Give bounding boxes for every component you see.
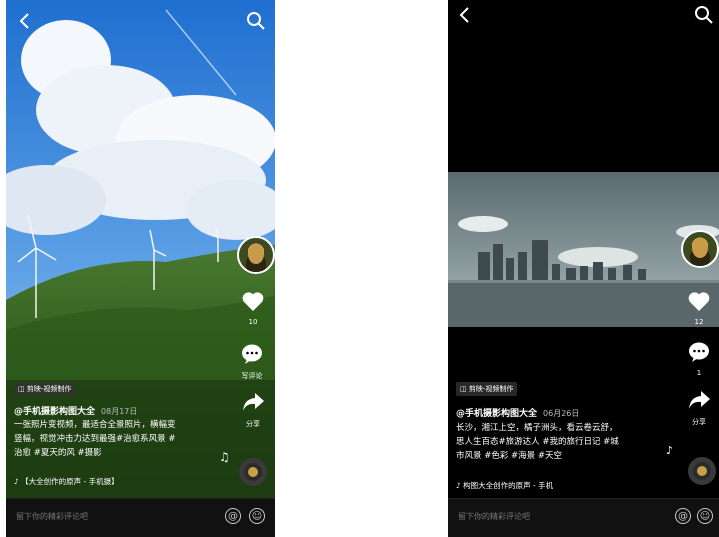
chevron-left-icon <box>19 13 29 29</box>
back-button[interactable] <box>14 10 36 32</box>
capcut-logo-icon: ◫ <box>460 385 469 393</box>
description-line: 竖幅，视觉冲击力达到最强#治愈系风景 # <box>14 434 176 444</box>
heart-icon <box>242 292 264 311</box>
share-label: 分享 <box>692 418 706 426</box>
post-date: 08月17日 <box>101 407 138 416</box>
music-disc[interactable] <box>239 458 267 486</box>
comment-input-placeholder[interactable]: 留下你的精彩评论吧 <box>458 511 530 522</box>
video-description: 一张照片变视频，最适合全景照片，横幅变 竖幅，视觉冲击力达到最强#治愈系风景 #… <box>14 418 224 460</box>
music-info[interactable]: ♪ 构图大全创作的原声 - 手机 <box>456 480 553 491</box>
author-line[interactable]: @手机摄影构图大全 06月26日 <box>456 406 579 419</box>
share-button[interactable]: 分享 <box>685 389 713 427</box>
comment-button[interactable]: 写评论 <box>237 343 267 381</box>
description-line: 市风景 #色彩 #海景 #天空 <box>456 451 562 461</box>
capcut-badge[interactable]: ◫ 剪映-视频制作 <box>14 382 76 396</box>
comment-button[interactable]: 1 <box>685 341 713 377</box>
music-info[interactable]: ♪ 【大全创作的原声 - 手机摄】 <box>14 476 119 487</box>
heart-icon <box>688 292 710 311</box>
capcut-badge-label: 剪映-视频制作 <box>26 385 72 393</box>
author-avatar[interactable] <box>237 236 275 274</box>
share-arrow-icon <box>243 393 264 411</box>
description-line: 治愈 #夏天的风 #摄影 <box>14 448 102 458</box>
emoji-icon[interactable]: ☺ <box>249 508 265 524</box>
comment-label: 写评论 <box>241 372 263 380</box>
author-avatar[interactable] <box>681 230 719 268</box>
capcut-badge[interactable]: ◫ 剪映-视频制作 <box>456 382 518 396</box>
like-button[interactable]: 10 <box>239 290 267 326</box>
description-line: 一张照片变视频，最适合全景照片，横幅变 <box>14 420 176 430</box>
share-label: 分享 <box>246 420 260 428</box>
at-icon[interactable]: @ <box>225 508 241 524</box>
emoji-icon[interactable]: ☺ <box>697 508 713 524</box>
video-frame-city <box>448 172 719 327</box>
music-note-icon: ♫ <box>219 450 230 464</box>
video-description: 长沙，湘江上空，橘子洲头，看云卷云舒， 思人生百态#旅游达人 #我的旅行日记 #… <box>456 421 666 463</box>
description-line: 长沙，湘江上空，橘子洲头，看云卷云舒， <box>456 423 618 433</box>
share-arrow-icon <box>689 391 710 409</box>
description-line: 思人生百态#旅游达人 #我的旅行日记 #城 <box>456 437 619 447</box>
video-screen-left: 10 写评论 分享 ◫ 剪映-视频制作 @手机摄影构图大全 08月17日 一张照片… <box>6 0 275 537</box>
like-count: 10 <box>248 318 258 326</box>
author-line[interactable]: @手机摄影构图大全 08月17日 <box>14 404 137 417</box>
music-note-icon: ♪ <box>666 444 674 457</box>
author-name[interactable]: @手机摄影构图大全 <box>456 409 537 419</box>
back-button[interactable] <box>454 4 476 26</box>
comment-icon <box>242 344 262 364</box>
like-button[interactable]: 12 <box>685 290 713 326</box>
at-icon[interactable]: @ <box>675 508 691 524</box>
capcut-badge-label: 剪映-视频制作 <box>468 385 514 393</box>
author-name[interactable]: @手机摄影构图大全 <box>14 407 95 417</box>
capcut-logo-icon: ◫ <box>18 385 27 393</box>
search-button[interactable] <box>245 10 267 32</box>
chevron-left-icon <box>459 7 469 23</box>
comment-bar[interactable]: 留下你的精彩评论吧 @ ☺ <box>448 498 719 537</box>
search-button[interactable] <box>693 4 715 26</box>
share-button[interactable]: 分享 <box>239 391 267 429</box>
video-screen-right: 12 1 分享 ◫ 剪映-视频制作 @手机摄影构图大全 06月26日 长沙，湘江上… <box>448 0 719 537</box>
comment-input-placeholder[interactable]: 留下你的精彩评论吧 <box>16 511 88 522</box>
like-count: 12 <box>694 318 704 326</box>
comment-bar[interactable]: 留下你的精彩评论吧 @ ☺ <box>6 498 275 537</box>
music-disc[interactable] <box>688 457 716 485</box>
post-date: 06月26日 <box>543 409 580 418</box>
search-icon <box>695 6 713 24</box>
comment-icon <box>689 342 709 362</box>
comment-count: 1 <box>696 369 702 377</box>
search-icon <box>247 12 265 30</box>
